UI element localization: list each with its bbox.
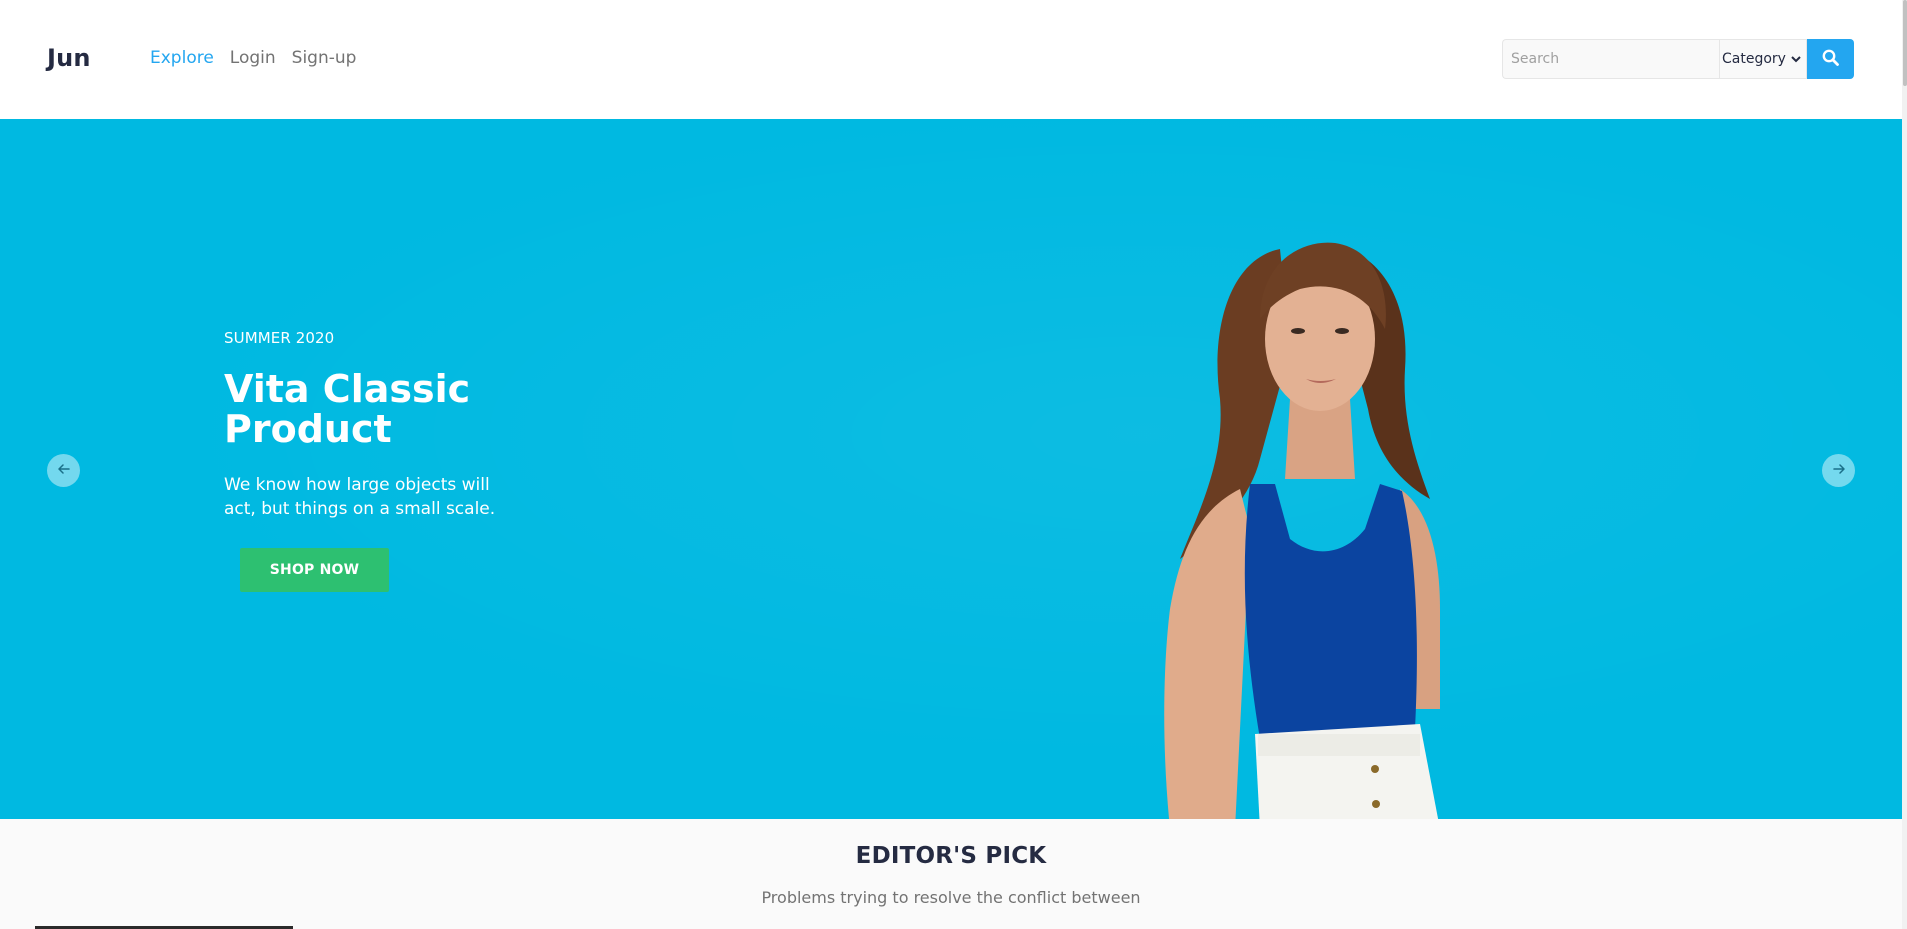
editors-pick-title: EDITOR'S PICK [855, 843, 1047, 869]
hero-carousel: SUMMER 2020 Vita Classic Product We know… [0, 119, 1902, 819]
scrollbar-track[interactable] [1902, 0, 1907, 929]
hero-title: Vita Classic Product [224, 367, 471, 451]
arrow-right-icon [1832, 461, 1846, 480]
nav-signup[interactable]: Sign-up [292, 48, 357, 68]
editors-pick-subtitle: Problems trying to resolve the conflict … [761, 888, 1141, 907]
carousel-prev-button[interactable] [47, 454, 80, 487]
main-nav: Explore Login Sign-up [150, 48, 356, 68]
hero-model-image [1164, 242, 1440, 819]
page: Jun Explore Login Sign-up Category [0, 0, 1902, 929]
search-input[interactable] [1502, 39, 1719, 79]
scrollbar-thumb[interactable] [1903, 0, 1907, 86]
search-icon [1822, 49, 1839, 70]
shop-now-button[interactable]: SHOP NOW [240, 548, 389, 592]
search-button[interactable] [1807, 39, 1854, 79]
nav-explore[interactable]: Explore [150, 48, 214, 68]
nav-login[interactable]: Login [230, 48, 276, 68]
category-select-value: Category [1722, 51, 1786, 67]
hero-description: We know how large objects will act, but … [224, 475, 496, 519]
carousel-next-button[interactable] [1822, 454, 1855, 487]
hero-season: SUMMER 2020 [224, 329, 335, 347]
logo[interactable]: Jun [47, 44, 91, 72]
editors-pick-section: EDITOR'S PICK Problems trying to resolve… [0, 819, 1902, 929]
arrow-left-icon [57, 461, 71, 480]
search-bar: Category [1502, 39, 1854, 79]
category-select[interactable]: Category [1719, 39, 1807, 79]
header: Jun Explore Login Sign-up Category [0, 0, 1902, 119]
hero-background [0, 119, 1902, 819]
chevron-down-icon [1791, 53, 1801, 66]
